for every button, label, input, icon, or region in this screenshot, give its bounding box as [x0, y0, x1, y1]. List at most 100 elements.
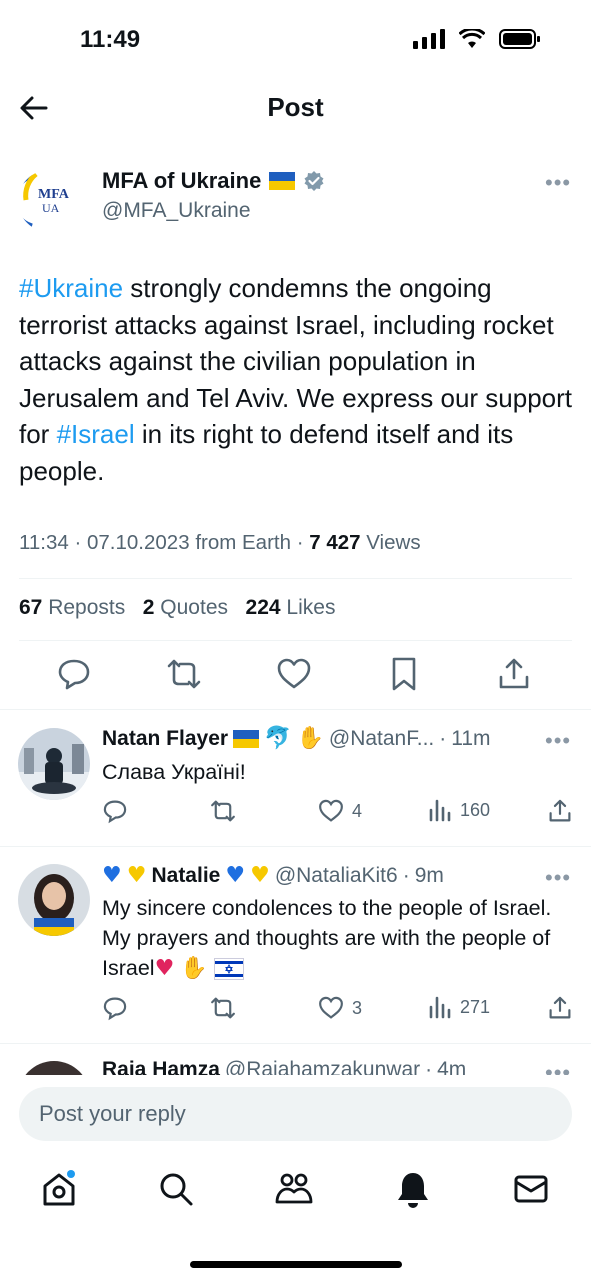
- notification-dot: [67, 1170, 75, 1178]
- divider: [19, 578, 572, 579]
- share-icon[interactable]: [496, 656, 532, 692]
- reply-repost-button[interactable]: [210, 995, 236, 1021]
- reply-avatar[interactable]: [18, 1061, 90, 1075]
- home-indicator: [190, 1261, 402, 1268]
- battery-icon: [499, 29, 540, 49]
- reply-text-block: My sincere condolences to the people of …: [102, 893, 572, 984]
- reply-actions: 3 271: [102, 995, 573, 1025]
- hashtag-israel[interactable]: #Israel: [57, 419, 135, 449]
- reply-views-button[interactable]: 271: [428, 995, 490, 1019]
- tweet-source: from Earth: [195, 531, 292, 554]
- reply-header: Natan Flayer 🐬 ✋ @NatanF... · 11m: [102, 726, 491, 751]
- author-name: MFA of Ukraine: [102, 168, 262, 193]
- reply-share-button[interactable]: [547, 995, 573, 1021]
- nav-home[interactable]: [40, 1170, 78, 1208]
- nav-notifications[interactable]: [394, 1170, 432, 1208]
- repost-icon: [211, 800, 235, 822]
- reply-icon: [103, 800, 127, 824]
- more-options-icon[interactable]: •••: [545, 865, 571, 891]
- status-icons: [413, 28, 541, 50]
- nav-messages[interactable]: [512, 1170, 550, 1208]
- reply-reply-button[interactable]: [102, 995, 128, 1021]
- repost-icon[interactable]: [166, 656, 202, 692]
- reply-item[interactable]: ♥ ♥ Natalie ♥ ♥ @NataliaKit6 · 9m ••• My…: [0, 847, 591, 1043]
- reply-avatar[interactable]: [18, 864, 90, 936]
- verified-badge-icon: [304, 171, 324, 191]
- blue-heart-icon: ♥: [102, 863, 122, 888]
- israel-flag-icon: [213, 958, 244, 981]
- reply-author-name[interactable]: Raja Hamza: [102, 1058, 220, 1075]
- search-icon: [160, 1173, 193, 1206]
- reposts-stat[interactable]: 67 Reposts: [19, 596, 125, 619]
- reply-handle[interactable]: @Rajahamzakunwar: [225, 1058, 420, 1075]
- pinched-fingers-icon: ✋: [296, 726, 324, 751]
- reply-reply-button[interactable]: [102, 798, 128, 824]
- reply-repost-button[interactable]: [210, 798, 236, 824]
- home-icon: [43, 1170, 75, 1206]
- views-count: 160: [460, 799, 491, 820]
- tweet-text: #Ukraine strongly condemns the ongoing t…: [19, 270, 574, 489]
- reply-header: Raja Hamza @Rajahamzakunwar · 4m: [102, 1058, 466, 1075]
- bottom-nav: [0, 1170, 591, 1214]
- reply-item[interactable]: Raja Hamza @Rajahamzakunwar · 4m •••: [0, 1044, 591, 1075]
- views-label: Views: [366, 531, 421, 554]
- hashtag-ukraine[interactable]: #Ukraine: [19, 273, 123, 303]
- reply-age: 11m: [451, 726, 491, 750]
- bell-icon: [398, 1173, 428, 1208]
- reply-handle[interactable]: @NatanF...: [329, 727, 434, 751]
- repost-icon: [211, 997, 235, 1019]
- mail-icon: [514, 1175, 548, 1203]
- reply-header: ♥ ♥ Natalie ♥ ♥ @NataliaKit6 · 9m: [102, 863, 444, 888]
- views-icon: [429, 996, 451, 1019]
- bookmark-icon[interactable]: [386, 656, 422, 692]
- reply-like-button[interactable]: 3: [318, 995, 362, 1021]
- more-options-icon[interactable]: •••: [545, 1060, 571, 1075]
- share-icon: [549, 996, 571, 1019]
- tweet-actions: [0, 656, 591, 696]
- reply-share-button[interactable]: [547, 798, 573, 824]
- broken-heart-icon: ♥: [154, 956, 175, 981]
- share-icon: [549, 799, 571, 822]
- signal-icon: [413, 29, 445, 49]
- author-name-row[interactable]: MFA of Ukraine: [102, 168, 325, 194]
- tweet-date: 07.10.2023: [87, 531, 190, 554]
- avatar-subtext: UA: [42, 201, 60, 215]
- likes-stat[interactable]: 224 Likes: [246, 596, 336, 619]
- ukraine-flag-icon: [269, 172, 296, 190]
- reply-composer[interactable]: [19, 1087, 572, 1141]
- quotes-stat[interactable]: 2 Quotes: [143, 596, 228, 619]
- avatar[interactable]: MFA UA: [18, 170, 80, 232]
- avatar-text: MFA: [38, 187, 70, 202]
- nav-communities[interactable]: [275, 1170, 313, 1208]
- avatar-photo-woman: [18, 864, 90, 936]
- reply-item[interactable]: Natan Flayer 🐬 ✋ @NatanF... · 11m ••• Сл…: [0, 710, 591, 846]
- reply-text: Слава Україні!: [102, 760, 246, 784]
- reply-like-button[interactable]: 4: [318, 798, 362, 824]
- tweet-meta: 11:34 · 07.10.2023 from Earth · 7 427 Vi…: [19, 531, 421, 554]
- status-time: 11:49: [80, 26, 141, 53]
- like-count: 3: [352, 997, 363, 1018]
- communities-icon: [275, 1173, 313, 1204]
- reply-avatar[interactable]: [18, 728, 90, 800]
- reply-icon[interactable]: [56, 656, 92, 692]
- views-count: 271: [460, 996, 491, 1017]
- yellow-heart-icon: ♥: [126, 863, 147, 888]
- mfa-logo: MFA UA: [18, 172, 70, 229]
- reply-input[interactable]: [19, 1087, 572, 1141]
- reply-author-name[interactable]: Natan Flayer: [102, 727, 228, 751]
- more-options-icon[interactable]: •••: [545, 170, 571, 196]
- avatar-photo-winter: [18, 728, 90, 800]
- author-handle[interactable]: @MFA_Ukraine: [102, 199, 251, 223]
- reply-handle[interactable]: @NataliaKit6: [275, 864, 398, 888]
- reply-views-button[interactable]: 160: [428, 798, 490, 822]
- reply-actions: 4 160: [102, 798, 573, 828]
- praying-hands-icon: ✋: [180, 956, 208, 981]
- divider: [19, 640, 572, 641]
- reply-age: 9m: [414, 863, 444, 887]
- reply-author-name[interactable]: Natalie: [151, 864, 220, 888]
- nav-search[interactable]: [157, 1170, 195, 1208]
- like-icon[interactable]: [276, 656, 312, 692]
- views-count: 7 427: [309, 531, 361, 554]
- more-options-icon[interactable]: •••: [545, 728, 571, 754]
- reply-icon: [103, 997, 127, 1021]
